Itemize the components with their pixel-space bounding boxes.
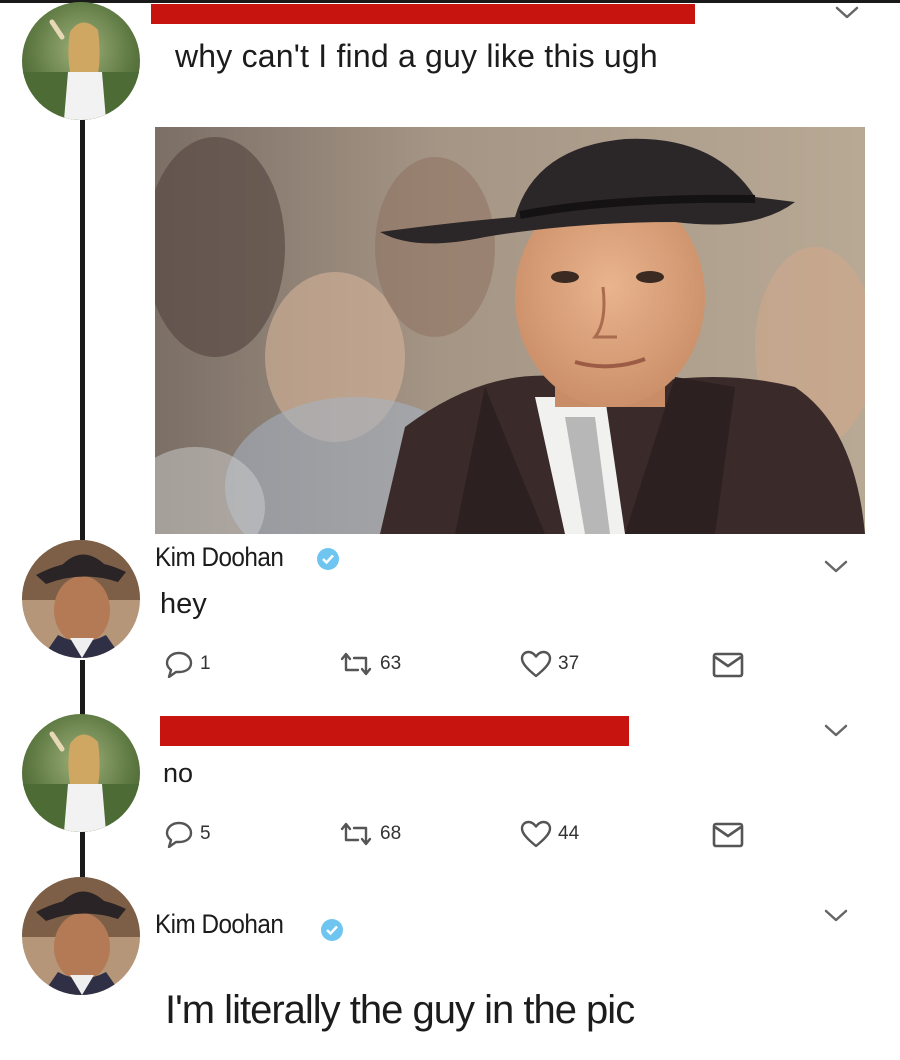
avatar-woman[interactable] [22, 714, 140, 832]
retweet-icon [340, 822, 372, 846]
like-icon [520, 820, 552, 848]
retweet-button[interactable]: 68 [338, 818, 401, 850]
verified-badge-icon [320, 918, 344, 942]
like-button[interactable]: 37 [520, 648, 579, 680]
retweet-icon [340, 652, 372, 676]
reply-icon [165, 651, 193, 678]
dm-icon [712, 652, 744, 678]
tweet-actions: 1 63 37 [164, 648, 754, 680]
reply-count: 1 [200, 653, 211, 674]
thread-line [80, 660, 85, 720]
redacted-username [160, 716, 629, 746]
avatar-kim-doohan[interactable] [22, 540, 140, 658]
tweet-text: why can't I find a guy like this ugh [175, 38, 658, 74]
like-button[interactable]: 44 [520, 818, 579, 850]
chevron-down-icon[interactable] [833, 4, 861, 22]
author-name[interactable]: Kim Doohan [155, 542, 284, 573]
thread-line [80, 830, 85, 880]
tweet-photo[interactable] [155, 127, 865, 534]
tweet-text: hey [160, 588, 207, 620]
tweet-text: no [163, 758, 194, 788]
redacted-username [151, 4, 695, 24]
verified-badge-icon [316, 547, 340, 571]
tweet-actions: 5 68 44 [164, 818, 754, 850]
author-name[interactable]: Kim Doohan [155, 909, 284, 940]
chevron-down-icon[interactable] [822, 558, 850, 576]
retweet-count: 63 [380, 653, 402, 674]
reply-icon [165, 821, 193, 848]
dm-button[interactable] [712, 648, 744, 680]
reply-count: 5 [200, 823, 211, 844]
thread-line [80, 118, 85, 548]
avatar-kim-doohan[interactable] [22, 877, 140, 995]
retweet-count: 68 [380, 823, 402, 844]
dm-icon [712, 822, 744, 848]
top-divider [0, 0, 900, 3]
dm-button[interactable] [712, 818, 744, 850]
avatar-woman[interactable] [22, 2, 140, 120]
like-count: 37 [558, 653, 580, 674]
tweet-text: I'm literally the guy in the pic [165, 988, 635, 1032]
chevron-down-icon[interactable] [822, 907, 850, 925]
reply-button[interactable]: 5 [164, 818, 211, 850]
reply-button[interactable]: 1 [164, 648, 211, 680]
chevron-down-icon[interactable] [822, 722, 850, 740]
like-count: 44 [558, 823, 580, 844]
retweet-button[interactable]: 63 [338, 648, 401, 680]
like-icon [520, 650, 552, 678]
